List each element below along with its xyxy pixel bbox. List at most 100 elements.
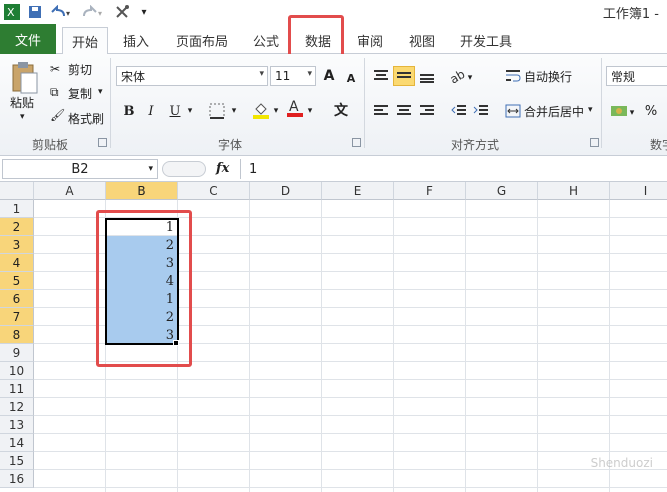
- row-header-7[interactable]: 7: [0, 308, 34, 326]
- phonetic-button[interactable]: 文: [328, 100, 354, 120]
- font-launcher-icon[interactable]: [352, 138, 361, 147]
- format-painter-icon[interactable]: 🖌: [50, 108, 65, 122]
- tab-developer[interactable]: 开发工具: [456, 27, 516, 54]
- gridline: [609, 200, 610, 492]
- undo-icon[interactable]: ▾: [48, 3, 74, 21]
- font-size-value: 11: [275, 69, 291, 83]
- column-header-b[interactable]: B: [106, 182, 178, 200]
- tab-insert[interactable]: 插入: [116, 27, 156, 54]
- font-color-dropdown-icon[interactable]: ▾: [304, 101, 316, 121]
- gridline: [393, 200, 394, 492]
- window-title: 工作簿1 -: [602, 7, 659, 22]
- font-name-combo[interactable]: 宋体 ▾: [116, 66, 268, 86]
- tools-icon[interactable]: [112, 3, 134, 21]
- tab-home[interactable]: 开始: [62, 27, 108, 55]
- copy-button[interactable]: 复制: [68, 85, 92, 102]
- row-header-14[interactable]: 14: [0, 434, 34, 452]
- grow-font-button[interactable]: A: [318, 66, 340, 86]
- align-left-icon[interactable]: [370, 101, 392, 121]
- row-header-1[interactable]: 1: [0, 200, 34, 218]
- svg-text:X: X: [7, 6, 15, 19]
- merge-dropdown-icon[interactable]: ▾: [588, 105, 593, 115]
- row-header-12[interactable]: 12: [0, 398, 34, 416]
- select-all-corner[interactable]: [0, 182, 34, 200]
- tab-formulas[interactable]: 公式: [248, 27, 284, 54]
- cut-icon[interactable]: ✂: [50, 62, 60, 76]
- gridline: [34, 469, 667, 470]
- redo-icon[interactable]: ▾: [80, 3, 106, 21]
- merge-center-button[interactable]: 合并后居中: [524, 103, 584, 120]
- group-divider: [364, 58, 365, 148]
- cut-button[interactable]: 剪切: [68, 61, 92, 78]
- column-header-f[interactable]: F: [394, 182, 466, 200]
- tab-view[interactable]: 视图: [402, 27, 442, 54]
- column-header-g[interactable]: G: [466, 182, 538, 200]
- number-format-combo[interactable]: 常规: [606, 66, 667, 86]
- orientation-dropdown-icon[interactable]: ▾: [464, 68, 476, 88]
- excel-logo-icon: X: [3, 3, 21, 21]
- percent-button[interactable]: %: [640, 101, 662, 121]
- customize-qat-icon[interactable]: ▾: [138, 3, 150, 21]
- paste-icon[interactable]: [8, 58, 40, 98]
- currency-dropdown-icon[interactable]: ▾: [626, 103, 638, 123]
- copy-icon[interactable]: ⧉: [50, 85, 59, 100]
- paste-dropdown-icon[interactable]: ▾: [20, 112, 25, 122]
- format-painter-button[interactable]: 格式刷: [68, 110, 104, 127]
- row-header-11[interactable]: 11: [0, 380, 34, 398]
- underline-button[interactable]: U: [164, 101, 186, 121]
- svg-text:▾: ▾: [66, 9, 70, 18]
- fill-color-icon[interactable]: [250, 100, 272, 120]
- font-size-combo[interactable]: 11 ▾: [270, 66, 316, 86]
- align-middle-icon[interactable]: [393, 66, 415, 86]
- row-header-16[interactable]: 16: [0, 470, 34, 488]
- svg-text:A: A: [289, 99, 299, 115]
- formula-input[interactable]: 1: [240, 159, 665, 179]
- column-header-h[interactable]: H: [538, 182, 610, 200]
- row-header-13[interactable]: 13: [0, 416, 34, 434]
- name-box[interactable]: B2 ▾: [2, 159, 158, 179]
- column-header-i[interactable]: I: [610, 182, 667, 200]
- italic-button[interactable]: I: [140, 101, 162, 121]
- save-icon[interactable]: [26, 3, 44, 21]
- row-header-4[interactable]: 4: [0, 254, 34, 272]
- row-header-2[interactable]: 2: [0, 218, 34, 236]
- increase-indent-icon[interactable]: [470, 101, 492, 121]
- align-center-icon[interactable]: [393, 101, 415, 121]
- insert-function-button[interactable]: fx: [216, 161, 229, 176]
- formula-bar-splitter[interactable]: [162, 161, 206, 177]
- tab-file[interactable]: 文件: [0, 24, 56, 54]
- alignment-launcher-icon[interactable]: [590, 138, 599, 147]
- column-header-a[interactable]: A: [34, 182, 106, 200]
- row-header-3[interactable]: 3: [0, 236, 34, 254]
- align-right-icon[interactable]: [416, 101, 438, 121]
- border-icon[interactable]: [206, 101, 228, 121]
- clipboard-group-label: 剪贴板: [31, 138, 68, 152]
- paste-button[interactable]: 粘贴: [10, 94, 34, 111]
- decrease-indent-icon[interactable]: [448, 101, 470, 121]
- copy-dropdown-icon[interactable]: ▾: [98, 87, 103, 97]
- border-dropdown-icon[interactable]: ▾: [228, 101, 240, 121]
- clipboard-launcher-icon[interactable]: [98, 138, 107, 147]
- column-header-e[interactable]: E: [322, 182, 394, 200]
- shrink-font-button[interactable]: A: [340, 68, 362, 88]
- tab-review[interactable]: 审阅: [350, 27, 390, 54]
- tab-page-layout[interactable]: 页面布局: [170, 27, 234, 54]
- watermark-logo: Shenduozi: [591, 456, 653, 470]
- row-header-5[interactable]: 5: [0, 272, 34, 290]
- row-header-10[interactable]: 10: [0, 362, 34, 380]
- column-header-d[interactable]: D: [250, 182, 322, 200]
- wrap-text-icon[interactable]: [502, 66, 524, 86]
- align-top-icon[interactable]: [370, 66, 392, 86]
- fill-color-dropdown-icon[interactable]: ▾: [270, 101, 282, 121]
- bold-button[interactable]: B: [118, 101, 140, 121]
- column-header-c[interactable]: C: [178, 182, 250, 200]
- underline-dropdown-icon[interactable]: ▾: [184, 101, 196, 121]
- row-header-6[interactable]: 6: [0, 290, 34, 308]
- align-bottom-icon[interactable]: [416, 66, 438, 86]
- row-header-15[interactable]: 15: [0, 452, 34, 470]
- row-header-8[interactable]: 8: [0, 326, 34, 344]
- font-color-icon[interactable]: A: [284, 98, 306, 118]
- row-header-9[interactable]: 9: [0, 344, 34, 362]
- wrap-text-button[interactable]: 自动换行: [524, 68, 572, 85]
- merge-center-icon[interactable]: [502, 101, 524, 121]
